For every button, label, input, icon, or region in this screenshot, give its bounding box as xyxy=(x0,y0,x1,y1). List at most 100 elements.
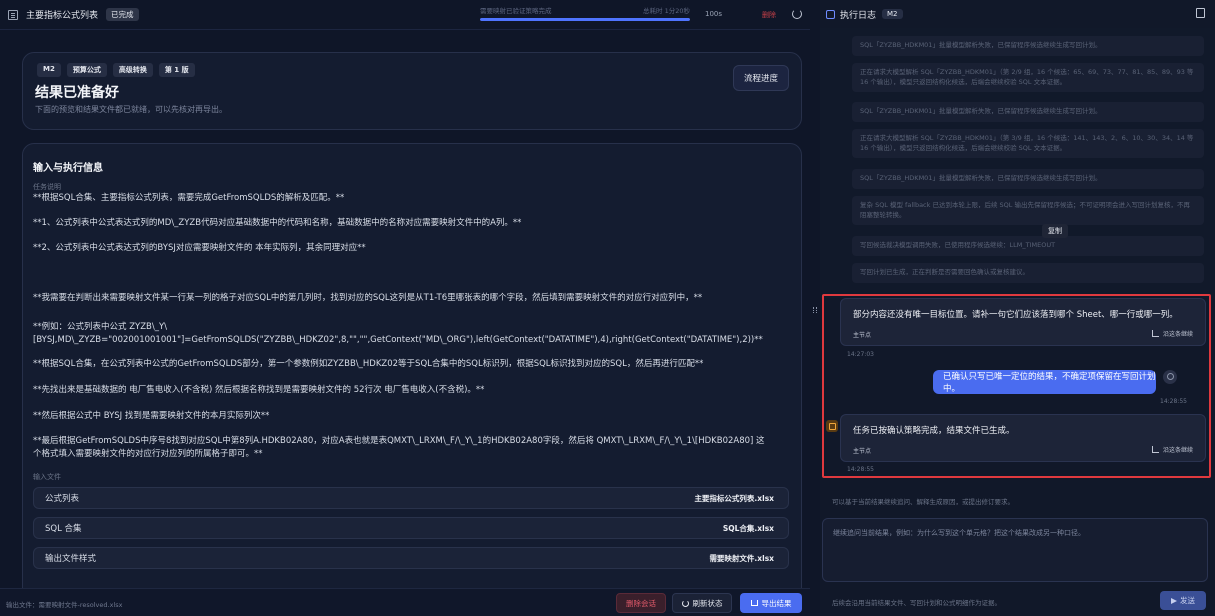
export-result-button[interactable]: 导出结果 xyxy=(740,593,802,613)
timestamp: 14:28:55 xyxy=(1160,398,1187,405)
progress-label-left: 需要映射已验证策略完成 xyxy=(480,7,552,15)
send-label: 发送 xyxy=(1180,596,1195,605)
action-footer: 输出文件：需要映射文件-resolved.xlsx 删除会话 刷新状态 导出结果 xyxy=(0,588,810,616)
log-entry: SQL「ZYZBB_HDKM01」批量模型解析失败，已保留程序候选继续生成写回计… xyxy=(852,36,1204,56)
task-line: 个格式填入需要映射文件的对应行对应列的所属格子即可。** xyxy=(33,449,263,459)
task-line: **然后根据公式中 BYSJ 找到是需要映射文件的本月实际列次** xyxy=(33,411,270,421)
result-summary-card: M2 预算公式 高级转换 第 1 版 结果已准备好 下面的预览和结果文件都已就绪… xyxy=(22,52,802,130)
task-label: 任务说明 xyxy=(33,183,61,191)
top-bar: 主要指标公式列表 已完成 需要映射已验证策略完成 总耗时 1分20秒 100s … xyxy=(0,0,810,30)
progress-section: 需要映射已验证策略完成 总耗时 1分20秒 xyxy=(480,5,690,21)
send-icon xyxy=(1171,597,1177,604)
progress-label-right: 总耗时 1分20秒 xyxy=(643,7,690,15)
user-message: 已确认只写已唯一定位的结果，不确定项保留在写回计划中。 xyxy=(933,370,1156,394)
node-label: 主节点 xyxy=(853,448,872,455)
input-files-label: 输入文件 xyxy=(33,473,61,481)
log-entry: SQL「ZYZBB_HDKM01」批量模型解析失败，已保留程序候选继续生成写回计… xyxy=(852,102,1204,122)
continue-button[interactable]: 沿这条继续 xyxy=(1151,445,1193,454)
input-placeholder: 继续追问当前结果，例如：为什么写到这个单元格？把这个结果改成另一种口径。 xyxy=(833,529,1085,537)
task-line: **最后根据GetFromSQLDS中序号8找到对应SQL中第8列A.HDKB0… xyxy=(33,436,765,446)
task-line: **例如：公式列表中公式 ZYZB\_Y\ xyxy=(33,322,168,332)
tag: 高级转换 xyxy=(112,63,153,77)
tag-list: M2 预算公式 高级转换 第 1 版 xyxy=(37,63,195,77)
file-label: 公式列表 xyxy=(45,494,80,504)
node-label: 主节点 xyxy=(853,332,872,339)
progress-fill xyxy=(480,18,690,21)
file-name: 需要映射文件.xlsx xyxy=(709,553,774,563)
task-line: **先找出来是基础数据的 电厂售电收入(不含税) 然后根据名称找到是需要映射文件… xyxy=(33,385,485,395)
message-text: 已确认只写已唯一定位的结果，不确定项保留在写回计划中。 xyxy=(943,372,1156,394)
status-badge: 已完成 xyxy=(106,8,139,21)
file-name: SQL合集.xlsx xyxy=(722,523,774,533)
continue-label: 沿这条继续 xyxy=(1162,331,1193,338)
log-title: 执行日志 xyxy=(840,10,877,21)
input-file-row[interactable]: SQL 合集 SQL合集.xlsx xyxy=(33,517,789,539)
task-line: **根据SQL合集、主要指标公式列表，需要完成GetFromSQLDS的解析及匹… xyxy=(33,193,345,203)
message-text: 任务已按确认策略完成，结果文件已生成。 xyxy=(853,426,1015,436)
continue-button[interactable]: 沿这条继续 xyxy=(1151,329,1193,338)
assistant-message: 任务已按确认策略完成，结果文件已生成。 主节点 沿这条继续 xyxy=(840,414,1206,462)
refresh-status-label: 刷新状态 xyxy=(692,598,723,608)
refresh-icon xyxy=(681,599,689,607)
log-entry: 写回候选裁决模型调用失败，已使用程序候选继续：LLM_TIMEOUT xyxy=(852,236,1204,256)
branch-icon xyxy=(1151,330,1159,337)
elapsed-time: 100s xyxy=(705,10,723,18)
timestamp: 14:27:03 xyxy=(847,351,874,358)
document-icon xyxy=(8,9,18,20)
log-header: 执行日志 M2 xyxy=(820,0,1215,28)
log-entry: SQL「ZYZBB_HDKM01」批量模型解析失败，已保留程序候选继续生成写回计… xyxy=(852,169,1204,189)
refresh-icon[interactable] xyxy=(792,9,802,19)
section-heading: 输入与执行信息 xyxy=(33,163,103,174)
delete-session-label: 删除会话 xyxy=(626,598,656,608)
main-pane: 主要指标公式列表 已完成 需要映射已验证策略完成 总耗时 1分20秒 100s … xyxy=(0,0,810,616)
flow-progress-button[interactable]: 流程进度 xyxy=(732,65,789,91)
tag: M2 xyxy=(37,63,61,77)
result-subtitle: 下面的预览和结果文件都已就绪，可以先核对再导出。 xyxy=(35,105,227,114)
log-entry: 正在请求大模型解析 SQL「ZYZBB_HDKM01」（第 2/9 组，16 个… xyxy=(852,63,1204,92)
input-file-row[interactable]: 输出文件样式 需要映射文件.xlsx xyxy=(33,547,789,569)
file-label: SQL 合集 xyxy=(45,524,82,534)
task-line: **根据SQL合集，在公式列表中公式的GetFromSQLDS部分，第一个参数例… xyxy=(33,359,704,369)
composer-note: 后续会沿用当前结果文件、写回计划和公式明细作为证据。 xyxy=(832,599,1001,607)
page-title: 主要指标公式列表 xyxy=(26,11,99,21)
task-line: **1、公式列表中公式表达式列的MD\_ZYZB代码对应基础数据中的代码和名称，… xyxy=(33,218,522,228)
log-entry: 正在请求大模型解析 SQL「ZYZBB_HDKM01」（第 3/9 组，16 个… xyxy=(852,129,1204,158)
composer-footer: 后续会沿用当前结果文件、写回计划和公式明细作为证据。 xyxy=(820,588,1215,616)
input-execution-card: 输入与执行信息 任务说明 **根据SQL合集、主要指标公式列表，需要完成GetF… xyxy=(22,143,802,613)
output-file-label: 输出文件：需要映射文件-resolved.xlsx xyxy=(6,601,123,609)
file-label: 输出文件样式 xyxy=(45,554,97,564)
task-line: **2、公式列表中公式表达式列的BYSJ对应需要映射文件的 本年实际列，其余同理… xyxy=(33,243,366,253)
log-list: SQL「ZYZBB_HDKM01」批量模型解析失败，已保留程序候选继续生成写回计… xyxy=(820,28,1215,298)
export-result-label: 导出结果 xyxy=(761,598,792,608)
followup-input[interactable]: 继续追问当前结果，例如：为什么写到这个单元格？把这个结果改成另一种口径。 xyxy=(822,518,1208,582)
user-avatar-icon xyxy=(1163,370,1177,384)
branch-icon xyxy=(1151,446,1159,453)
download-icon xyxy=(750,600,758,606)
log-icon xyxy=(826,9,835,19)
delete-link[interactable]: 删除 xyxy=(762,10,776,20)
log-entry: 写回计划已生成，正在判断是否需要回色确认或复核建议。 xyxy=(852,263,1204,283)
message-text: 部分内容还没有唯一目标位置。请补一句它们应该落到哪个 Sheet、哪一行或哪一列… xyxy=(853,310,1178,320)
drag-handle-icon[interactable] xyxy=(813,307,817,313)
result-heading: 结果已准备好 xyxy=(35,85,119,101)
continue-label: 沿这条继续 xyxy=(1162,447,1193,454)
composer-hint: 可以基于当前结果继续追问、解释生成原因，或提出修订要求。 xyxy=(832,498,1014,506)
delete-session-button[interactable]: 删除会话 xyxy=(616,593,666,613)
collapse-panel-icon[interactable] xyxy=(1196,8,1205,18)
copy-tooltip: 复制 xyxy=(1042,224,1068,238)
task-line: **我需要在判断出来需要映射文件某一行某一列的格子对应SQL中的第几列时，找到对… xyxy=(33,293,703,303)
send-button[interactable]: 发送 xyxy=(1160,591,1206,610)
log-entry: 复杂 SQL 模型 fallback 已达到本轮上限，后续 SQL 输出先保留程… xyxy=(852,196,1204,225)
model-badge: M2 xyxy=(882,9,903,19)
refresh-status-button[interactable]: 刷新状态 xyxy=(672,593,732,613)
assistant-avatar-icon xyxy=(826,420,838,432)
pane-splitter[interactable] xyxy=(810,0,820,616)
file-name: 主要指标公式列表.xlsx xyxy=(694,493,774,503)
assistant-message: 部分内容还没有唯一目标位置。请补一句它们应该落到哪个 Sheet、哪一行或哪一列… xyxy=(840,298,1206,346)
timestamp: 14:28:55 xyxy=(847,466,874,473)
tag: 预算公式 xyxy=(66,63,107,77)
progress-track xyxy=(480,18,690,21)
tag: 第 1 版 xyxy=(158,63,195,77)
task-line: [BYSJ,MD\_ZYZB="002001001001"]=GetFromSQ… xyxy=(33,335,763,345)
input-file-row[interactable]: 公式列表 主要指标公式列表.xlsx xyxy=(33,487,789,509)
